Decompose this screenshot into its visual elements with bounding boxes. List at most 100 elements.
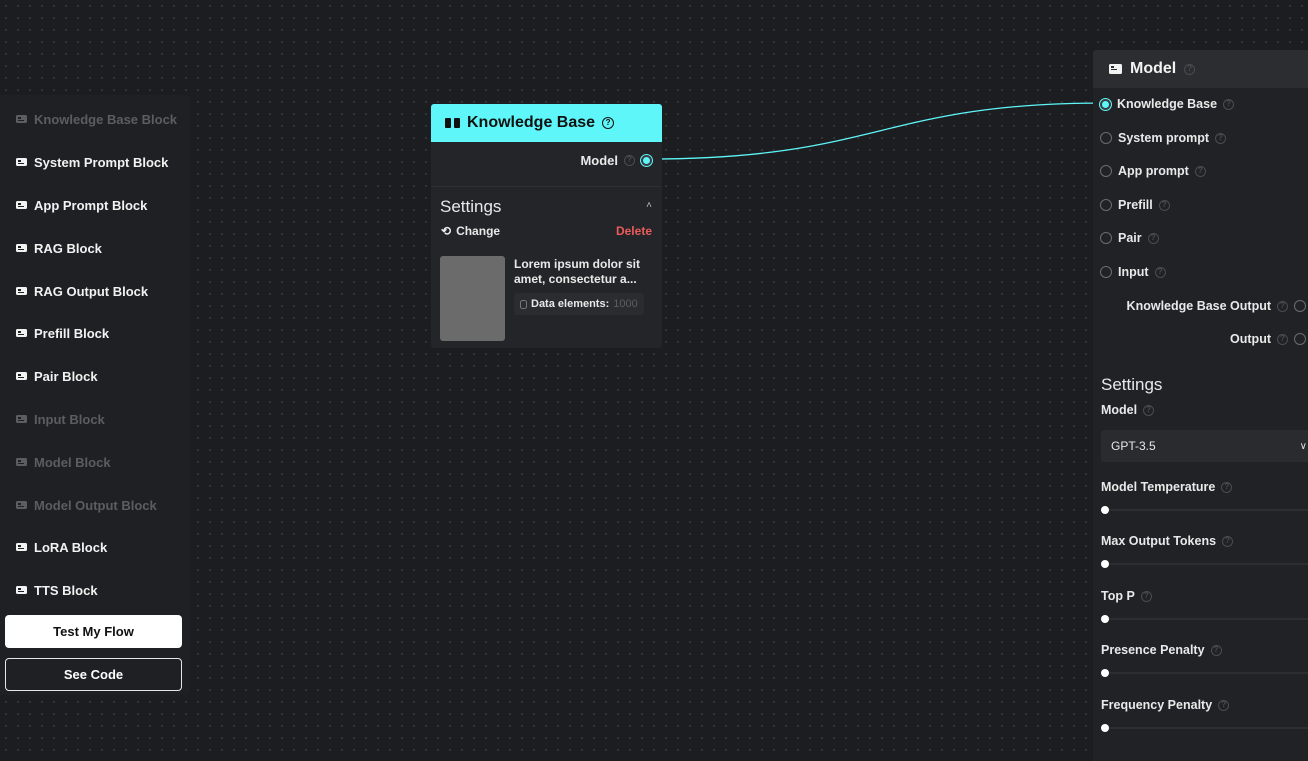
edge-kb-to-model bbox=[647, 102, 1107, 160]
slider-knob[interactable] bbox=[1101, 615, 1109, 623]
block-icon bbox=[16, 543, 27, 551]
sidebar-item-label: Pair Block bbox=[34, 368, 98, 384]
slider-track bbox=[1101, 727, 1308, 729]
kb-output-port-handle[interactable] bbox=[641, 154, 652, 166]
test-my-flow-button[interactable]: Test My Flow bbox=[5, 615, 182, 648]
model-input-port-label: Knowledge Base bbox=[1117, 97, 1218, 111]
frequency-penalty-label-text: Frequency Penalty bbox=[1101, 698, 1213, 712]
sidebar-item-rag-block[interactable]: RAG Block bbox=[16, 238, 102, 258]
sidebar-item-input-block[interactable]: Input Block bbox=[16, 409, 105, 429]
block-icon bbox=[16, 458, 27, 466]
kb-settings-title: Settings bbox=[440, 197, 502, 216]
help-icon[interactable]: ? bbox=[1140, 590, 1152, 602]
sidebar-item-prefill-block[interactable]: Prefill Block bbox=[16, 323, 109, 343]
sidebar-item-label: Prefill Block bbox=[34, 325, 110, 341]
model-input-port-label: App prompt bbox=[1118, 164, 1189, 178]
sidebar-item-label: App Prompt Block bbox=[34, 197, 148, 213]
model-select-value: GPT-3.5 bbox=[1111, 439, 1156, 453]
kb-delete-button[interactable]: Delete bbox=[616, 224, 652, 238]
sidebar-item-rag-output-block[interactable]: RAG Output Block bbox=[16, 281, 148, 301]
see-code-button[interactable]: See Code bbox=[5, 658, 182, 691]
block-icon bbox=[16, 115, 27, 123]
frequency-penalty-slider[interactable] bbox=[1101, 724, 1308, 732]
model-node[interactable]: Model ? Knowledge Base? System prompt? App… bbox=[1093, 50, 1308, 761]
block-icon bbox=[16, 244, 27, 252]
model-output-port-label: Output bbox=[1230, 332, 1271, 346]
help-icon[interactable]: ? bbox=[1147, 232, 1159, 244]
sidebar-item-label: TTS Block bbox=[34, 582, 98, 598]
model-input-port-handle[interactable] bbox=[1100, 266, 1112, 278]
sidebar-item-label: Knowledge Base Block bbox=[34, 111, 178, 127]
help-icon[interactable]: ? bbox=[624, 154, 635, 166]
model-input-port-handle[interactable] bbox=[1100, 165, 1112, 177]
chevron-down-icon: ∨ bbox=[1299, 440, 1307, 452]
block-icon bbox=[16, 158, 27, 166]
presence-penalty-slider[interactable] bbox=[1101, 669, 1308, 677]
help-icon[interactable]: ? bbox=[1154, 266, 1166, 278]
slider-track bbox=[1101, 563, 1308, 565]
model-input-port-handle[interactable] bbox=[1100, 199, 1112, 211]
block-palette-sidebar: Knowledge Base Block System Prompt Block A… bbox=[0, 95, 190, 695]
sidebar-item-label: Input Block bbox=[34, 411, 105, 427]
help-icon[interactable]: ? bbox=[1277, 300, 1288, 312]
knowledge-base-node[interactable]: Knowledge Base ? Model ? Settings ˄ ⟲ Ch… bbox=[431, 104, 662, 348]
database-icon bbox=[520, 299, 527, 309]
model-node-header[interactable]: Model ? bbox=[1093, 50, 1308, 88]
help-icon[interactable]: ? bbox=[1158, 199, 1170, 211]
help-icon[interactable]: ? bbox=[1218, 699, 1230, 711]
model-select[interactable]: GPT-3.5 ∨ bbox=[1101, 430, 1308, 462]
sidebar-item-model-block[interactable]: Model Block bbox=[16, 452, 111, 472]
help-icon[interactable]: ? bbox=[1210, 644, 1222, 656]
model-input-port-input: Input? bbox=[1100, 263, 1166, 281]
top-p-slider[interactable] bbox=[1101, 615, 1308, 623]
kb-change-label: Change bbox=[456, 224, 501, 238]
sidebar-item-system-prompt-block[interactable]: System Prompt Block bbox=[16, 152, 168, 172]
slider-knob[interactable] bbox=[1101, 506, 1109, 514]
sidebar-item-app-prompt-block[interactable]: App Prompt Block bbox=[16, 195, 147, 215]
sidebar-item-label: System Prompt Block bbox=[34, 154, 169, 170]
help-icon[interactable]: ? bbox=[1221, 481, 1233, 493]
model-input-port-handle[interactable] bbox=[1100, 98, 1111, 110]
max-output-tokens-slider[interactable] bbox=[1101, 560, 1308, 568]
help-icon[interactable]: ? bbox=[1223, 98, 1235, 110]
model-output-port-handle[interactable] bbox=[1294, 333, 1306, 345]
model-input-port-label: Pair bbox=[1118, 231, 1142, 245]
model-input-port-handle[interactable] bbox=[1100, 132, 1112, 144]
kb-output-port-row: Model ? bbox=[580, 149, 652, 171]
sidebar-item-knowledge-base-block[interactable]: Knowledge Base Block bbox=[16, 109, 177, 129]
block-icon bbox=[16, 287, 27, 295]
model-temperature-slider[interactable] bbox=[1101, 506, 1308, 514]
kb-change-button[interactable]: ⟲ Change bbox=[441, 224, 500, 238]
sidebar-item-lora-block[interactable]: LoRA Block bbox=[16, 537, 107, 557]
model-node-title: Model bbox=[1130, 60, 1177, 77]
model-input-port-knowledge-base: Knowledge Base? bbox=[1100, 95, 1235, 113]
help-icon[interactable]: ? bbox=[1277, 333, 1288, 345]
help-icon[interactable]: ? bbox=[1143, 404, 1155, 416]
slider-knob[interactable] bbox=[1101, 724, 1109, 732]
sidebar-item-pair-block[interactable]: Pair Block bbox=[16, 366, 98, 386]
model-output-port-handle[interactable] bbox=[1294, 300, 1306, 312]
sidebar-item-model-output-block[interactable]: Model Output Block bbox=[16, 495, 157, 515]
help-icon[interactable]: ? bbox=[1222, 535, 1234, 547]
kb-data-elements-badge: Data elements: 1000 bbox=[514, 293, 644, 315]
help-icon[interactable]: ? bbox=[1194, 165, 1206, 177]
help-icon[interactable]: ? bbox=[1184, 63, 1196, 75]
sidebar-item-tts-block[interactable]: TTS Block bbox=[16, 580, 98, 600]
chevron-up-icon[interactable]: ˄ bbox=[646, 200, 652, 211]
kb-node-title: Knowledge Base bbox=[467, 114, 596, 131]
sidebar-item-label: RAG Output Block bbox=[34, 283, 149, 299]
max-output-tokens-label: Max Output Tokens? bbox=[1101, 534, 1234, 548]
slider-knob[interactable] bbox=[1101, 560, 1109, 568]
model-temperature-label: Model Temperature? bbox=[1101, 480, 1233, 494]
sidebar-item-label: Model Output Block bbox=[34, 497, 157, 513]
model-field-label-text: Model bbox=[1101, 403, 1138, 417]
slider-knob[interactable] bbox=[1101, 669, 1109, 677]
help-icon[interactable]: ? bbox=[602, 117, 615, 129]
top-p-label: Top P? bbox=[1101, 589, 1152, 603]
model-input-port-handle[interactable] bbox=[1100, 232, 1112, 244]
help-icon[interactable]: ? bbox=[1215, 132, 1226, 144]
flow-canvas[interactable]: Knowledge Base Block System Prompt Block A… bbox=[0, 0, 1308, 761]
kb-node-header[interactable]: Knowledge Base ? bbox=[431, 104, 662, 142]
model-input-port-prefill: Prefill? bbox=[1100, 196, 1170, 214]
divider bbox=[431, 186, 662, 187]
